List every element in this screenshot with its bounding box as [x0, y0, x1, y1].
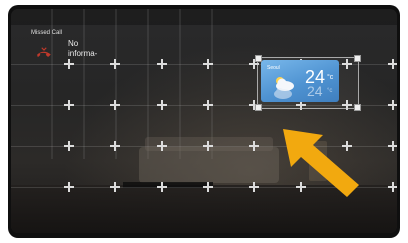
device-frame: Missed Call No informa- Seoul 24 °c 24 °… — [8, 5, 400, 238]
plus-marker-icon — [203, 100, 213, 110]
plus-marker-icon — [110, 182, 120, 192]
missed-call-title: Missed Call — [31, 30, 63, 36]
plus-marker-icon — [388, 141, 397, 151]
arrow-pointer-icon — [283, 129, 359, 197]
resize-handle-top-left[interactable] — [255, 55, 262, 62]
plus-marker-icon — [388, 182, 397, 192]
weather-widget-selection[interactable]: Seoul 24 °c 24 °c — [255, 55, 361, 111]
plus-marker-icon — [110, 141, 120, 151]
plus-marker-icon — [203, 141, 213, 151]
cloud-reflection-icon — [274, 88, 292, 99]
plus-marker-icon — [249, 182, 259, 192]
plus-marker-icon — [249, 141, 259, 151]
plus-marker-icon — [388, 100, 397, 110]
resize-handle-bottom-right[interactable] — [354, 104, 361, 111]
missed-call-message: No informa- — [68, 39, 98, 58]
resize-handle-top-right[interactable] — [354, 55, 361, 62]
resize-handle-bottom-left[interactable] — [255, 104, 262, 111]
missed-call-phone-icon — [37, 47, 51, 57]
plus-marker-icon — [64, 141, 74, 151]
plus-marker-icon — [64, 100, 74, 110]
plus-marker-icon — [203, 182, 213, 192]
plus-marker-icon — [157, 100, 167, 110]
missed-call-widget[interactable]: Missed Call No informa- — [31, 30, 103, 70]
home-screen[interactable]: Missed Call No informa- Seoul 24 °c 24 °… — [11, 9, 397, 233]
plus-marker-icon — [388, 59, 397, 69]
plus-marker-icon — [157, 182, 167, 192]
weather-temperature-ghost: 24 — [307, 83, 323, 99]
plus-marker-icon — [157, 59, 167, 69]
weather-location: Seoul — [267, 65, 280, 71]
weather-unit: °c — [327, 74, 334, 81]
plus-marker-icon — [157, 141, 167, 151]
plus-marker-icon — [203, 59, 213, 69]
weather-widget[interactable]: Seoul 24 °c 24 °c — [261, 60, 339, 102]
plus-marker-icon — [110, 59, 120, 69]
plus-marker-icon — [110, 100, 120, 110]
weather-unit-ghost: °c — [327, 88, 333, 94]
plus-marker-icon — [64, 182, 74, 192]
